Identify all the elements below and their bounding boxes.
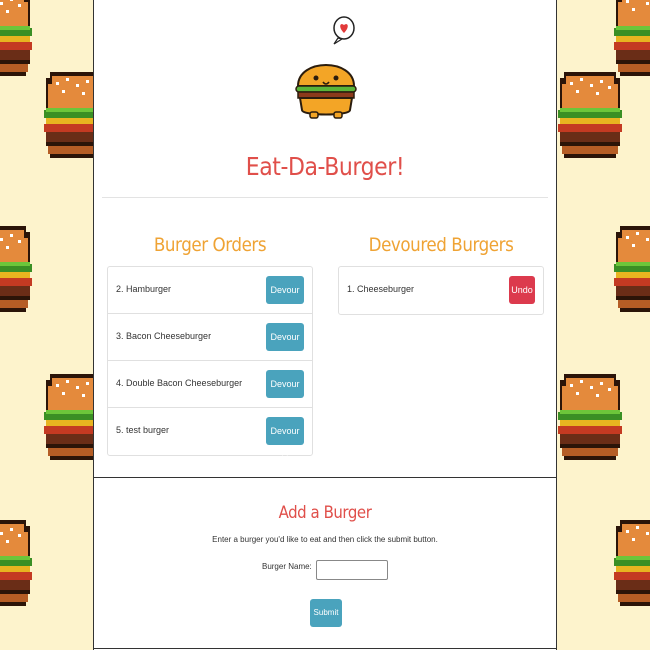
list-item: 3. Bacon Cheeseburger Devour it! bbox=[108, 314, 312, 370]
bottom-border bbox=[94, 648, 556, 649]
orders-list: 2. Hamburger Devour it! 3. Bacon Cheeseb… bbox=[107, 266, 313, 464]
main-container: Eat-Da-Burger! Burger Orders 2. Hamburge… bbox=[93, 0, 557, 650]
devour-button[interactable]: Devour it! bbox=[266, 417, 304, 464]
undo-button[interactable]: Undo bbox=[509, 276, 535, 304]
list-item: 5. test burger Devour it! bbox=[108, 408, 312, 464]
list-item: 2. Hamburger Devour it! bbox=[108, 267, 312, 323]
order-label: 4. Double Bacon Cheeseburger bbox=[116, 378, 243, 388]
add-burger-instructions: Enter a burger you'd like to eat and the… bbox=[212, 535, 438, 544]
header-divider bbox=[102, 197, 548, 198]
devour-button[interactable]: Devour it! bbox=[266, 276, 304, 323]
devour-button[interactable]: Devour it! bbox=[266, 370, 304, 417]
list-item: 1. Cheeseburger Undo bbox=[339, 267, 543, 314]
devoured-heading: Devoured Burgers bbox=[368, 234, 514, 256]
devour-button[interactable]: Devour it! bbox=[266, 323, 304, 370]
order-label: 2. Hamburger bbox=[116, 284, 172, 294]
burger-name-input[interactable] bbox=[316, 560, 389, 580]
devoured-label: 1. Cheeseburger bbox=[347, 284, 415, 294]
page-title: Eat-Da-Burger! bbox=[245, 152, 405, 181]
section-divider bbox=[94, 477, 556, 478]
add-burger-heading: Add a Burger bbox=[278, 503, 372, 523]
devoured-list: 1. Cheeseburger Undo bbox=[338, 266, 544, 315]
burger-mascot-logo bbox=[295, 16, 357, 119]
order-label: 3. Bacon Cheeseburger bbox=[116, 331, 212, 341]
burger-name-row: Burger Name: bbox=[94, 560, 556, 580]
order-label: 5. test burger bbox=[116, 425, 170, 435]
burger-name-label: Burger Name: bbox=[261, 562, 312, 571]
list-item: 4. Double Bacon Cheeseburger Devour it! bbox=[108, 361, 312, 417]
orders-heading: Burger Orders bbox=[153, 234, 267, 256]
submit-button[interactable]: Submit bbox=[310, 599, 342, 627]
